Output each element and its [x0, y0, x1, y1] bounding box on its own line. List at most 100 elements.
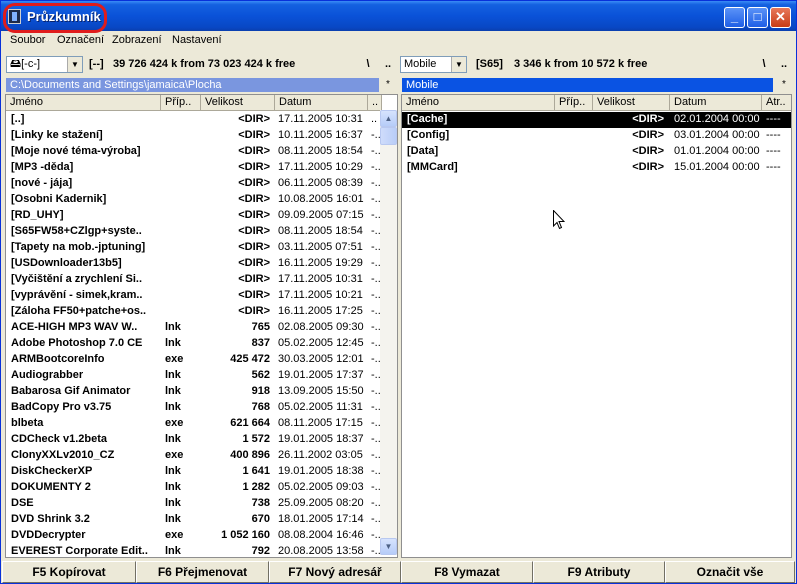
list-item[interactable]: DVDDecrypter exe 1 052 160 08.08.2004 16:46… — [6, 528, 381, 544]
left-path-bar: 🖴[-c-] ▼ [--] 39 726 424 k from 73 023 4… — [6, 56, 396, 74]
list-item[interactable]: Babarosa Gif Animator lnk 918 13.09.2005 15… — [6, 384, 381, 400]
list-item[interactable]: [..] <DIR> 17.11.2005 10:31.. — [6, 112, 380, 128]
file-size: 1 641 — [242, 465, 270, 477]
left-up-button[interactable]: .. — [379, 56, 397, 74]
right-free-space: 3 346 k from 10 572 k free — [514, 58, 648, 70]
file-ext: lnk — [165, 465, 181, 477]
col-size[interactable]: Velikost — [201, 95, 275, 111]
left-file-list[interactable]: Jméno Příp.. Velikost Datum .. [..] <DIR>… — [5, 94, 398, 558]
file-name: Audiograbber — [11, 369, 84, 381]
file-name: [Osobni Kadernik] — [11, 193, 107, 205]
col-attr[interactable]: .. — [368, 95, 382, 111]
col-ext[interactable]: Příp.. — [161, 95, 201, 111]
list-item[interactable]: Audiograbber lnk 562 19.01.2005 17:37 -.. — [6, 368, 381, 384]
scroll-up-icon[interactable]: ▲ — [380, 110, 397, 127]
col-size[interactable]: Velikost — [593, 95, 670, 111]
right-root-button[interactable]: \ — [755, 56, 773, 74]
col-name[interactable]: Jméno — [6, 95, 161, 111]
list-item[interactable]: [Config] <DIR> 03.01.2004 00:00 ---- — [402, 128, 791, 144]
file-size: <DIR> — [632, 161, 664, 173]
list-item[interactable]: [Tapety na mob.-jptuning] <DIR> 03.11.2005… — [6, 240, 381, 256]
file-date: 17.11.2005 10:29 — [278, 161, 363, 173]
col-attr[interactable]: Atr.. — [762, 95, 791, 111]
file-name: [Moje nové téma-výroba] — [11, 145, 141, 157]
right-file-list[interactable]: Jméno Příp.. Velikost Datum Atr.. [Cache… — [401, 94, 792, 558]
col-date[interactable]: Datum — [670, 95, 762, 111]
file-size: 1 572 — [242, 433, 270, 445]
file-ext: exe — [165, 353, 184, 365]
list-item[interactable]: [Moje nové téma-výroba] <DIR> 08.11.2005 1… — [6, 144, 381, 160]
list-item[interactable]: [Záloha FF50+patche+os.. <DIR> 16.11.2005 … — [6, 304, 381, 320]
right-path-bar: Mobile ▼ [S65] 3 346 k from 10 572 k fre… — [400, 56, 793, 74]
app-window: Průzkumník _ □ ✕ Soubor Označení Zobraze… — [0, 0, 797, 584]
close-button[interactable]: ✕ — [770, 7, 791, 28]
f8-delete-button[interactable]: F8 Vymazat — [401, 561, 533, 583]
menu-nastaveni[interactable]: Nastavení — [172, 34, 222, 46]
left-star-button[interactable]: * — [380, 78, 396, 92]
list-item[interactable]: EVEREST Corporate Edit.. lnk 792 20.08.2005… — [6, 544, 381, 557]
list-item[interactable]: DiskCheckerXP lnk 1 641 19.01.2005 18:38 -.. — [6, 464, 381, 480]
right-star-button[interactable]: * — [776, 78, 792, 92]
file-size: 621 664 — [230, 417, 270, 429]
file-ext: lnk — [165, 433, 181, 445]
list-item[interactable]: [Cache] <DIR> 02.01.2004 00:00 ---- — [402, 112, 791, 128]
title-bar[interactable]: Průzkumník _ □ ✕ — [1, 1, 796, 33]
f9-attributes-button[interactable]: F9 Atributy — [533, 561, 665, 583]
list-item[interactable]: DVD Shrink 3.2 lnk 670 18.01.2005 17:14 -.. — [6, 512, 381, 528]
list-item[interactable]: Adobe Photoshop 7.0 CE lnk 837 05.02.2005 1… — [6, 336, 381, 352]
file-date: 15.01.2004 00:00 — [674, 161, 760, 173]
f7-new-folder-button[interactable]: F7 Nový adresář — [269, 561, 401, 583]
list-item[interactable]: [nové - jája] <DIR> 06.11.2005 08:39 -.. — [6, 176, 381, 192]
file-name: Adobe Photoshop 7.0 CE — [11, 337, 143, 349]
list-item[interactable]: ACE-HIGH MP3 WAV W.. lnk 765 02.08.2005 09:… — [6, 320, 381, 336]
select-all-button[interactable]: Označit vše — [665, 561, 795, 583]
f5-copy-button[interactable]: F5 Kopírovat — [2, 561, 136, 583]
list-item[interactable]: [vyprávění - simek,kram.. <DIR> 17.11.2005… — [6, 288, 381, 304]
file-size: <DIR> — [238, 209, 270, 221]
list-item[interactable]: [Linky ke stažení] <DIR> 10.11.2005 16:37-… — [6, 128, 381, 144]
list-item[interactable]: [USDownloader13b5] <DIR> 16.11.2005 19:29-… — [6, 256, 381, 272]
left-root-button[interactable]: \ — [359, 56, 377, 74]
list-item[interactable]: [Vyčištění a zrychlení Si.. <DIR> 17.11.20… — [6, 272, 381, 288]
file-date: 08.08.2004 16:46 — [278, 529, 364, 541]
list-item[interactable]: DSE lnk 738 25.09.2005 08:20 -.. — [6, 496, 381, 512]
list-item[interactable]: [RD_UHY] <DIR> 09.09.2005 07:15 -.. — [6, 208, 381, 224]
menu-zobrazeni[interactable]: Zobrazení — [112, 34, 162, 46]
maximize-button[interactable]: □ — [747, 7, 768, 28]
list-item[interactable]: [Osobni Kadernik] <DIR> 10.08.2005 16:01 -.… — [6, 192, 381, 208]
menu-oznaceni[interactable]: Označení — [57, 34, 104, 46]
menu-bar: Soubor Označení Zobrazení Nastavení — [2, 31, 795, 51]
file-size: <DIR> — [632, 145, 664, 157]
list-item[interactable]: BadCopy Pro v3.75 lnk 768 05.02.2005 11:31-… — [6, 400, 381, 416]
scroll-down-icon[interactable]: ▼ — [380, 538, 397, 555]
scroll-thumb[interactable] — [380, 127, 397, 145]
file-name: [nové - jája] — [11, 177, 73, 189]
col-name[interactable]: Jméno — [402, 95, 555, 111]
file-ext: lnk — [165, 401, 181, 413]
list-item[interactable]: blbeta exe 621 664 08.11.2005 17:15 -.. — [6, 416, 381, 432]
file-name: [Záloha FF50+patche+os.. — [11, 305, 147, 317]
list-item[interactable]: [MMCard] <DIR> 15.01.2004 00:00 ---- — [402, 160, 791, 176]
list-item[interactable]: ClonyXXLv2010_CZ exe 400 896 26.11.2002 03:… — [6, 448, 381, 464]
col-ext[interactable]: Příp.. — [555, 95, 593, 111]
minimize-button[interactable]: _ — [724, 7, 745, 28]
list-item[interactable]: [S65FW58+CZlgp+syste.. <DIR> 08.11.2005 18… — [6, 224, 381, 240]
file-name: [vyprávění - simek,kram.. — [11, 289, 143, 301]
left-scrollbar[interactable]: ▲ ▼ — [380, 110, 397, 555]
list-item[interactable]: [Data] <DIR> 01.01.2004 00:00 ---- — [402, 144, 791, 160]
right-up-button[interactable]: .. — [775, 56, 793, 74]
list-item[interactable]: DOKUMENTY 2 lnk 1 282 05.02.2005 09:03 -.. — [6, 480, 381, 496]
col-date[interactable]: Datum — [275, 95, 368, 111]
file-name: CDCheck v1.2beta — [11, 433, 107, 445]
file-attr: ---- — [766, 161, 781, 173]
left-drive-select[interactable]: 🖴[-c-] ▼ — [6, 56, 83, 73]
file-name: ACE-HIGH MP3 WAV W.. — [11, 321, 138, 333]
list-item[interactable]: ARMBootcoreInfo exe 425 472 30.03.2005 12:0… — [6, 352, 381, 368]
file-ext: lnk — [165, 385, 181, 397]
right-drive-select[interactable]: Mobile ▼ — [400, 56, 467, 73]
list-item[interactable]: CDCheck v1.2beta lnk 1 572 19.01.2005 18:37… — [6, 432, 381, 448]
f6-rename-button[interactable]: F6 Přejmenovat — [136, 561, 269, 583]
menu-soubor[interactable]: Soubor — [10, 34, 45, 46]
list-item[interactable]: [MP3 -děda] <DIR> 17.11.2005 10:29 -.. — [6, 160, 381, 176]
file-date: 10.08.2005 16:01 — [278, 193, 364, 205]
